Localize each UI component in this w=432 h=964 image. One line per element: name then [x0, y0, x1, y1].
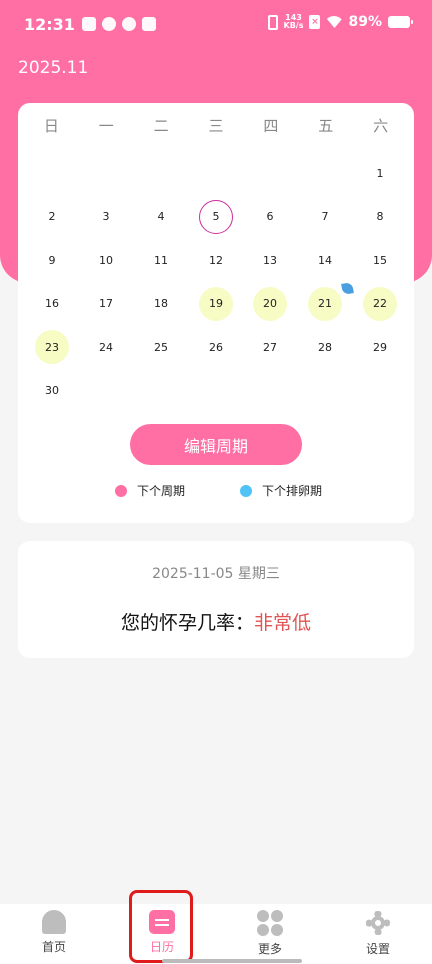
nav-label: 首页	[41, 940, 66, 954]
status-bar: 12:31 143 KB/s × 89%	[0, 0, 432, 50]
status-right: 143 KB/s × 89%	[267, 14, 413, 30]
calendar-day[interactable]: 8	[363, 200, 397, 234]
app-notification-icon	[102, 17, 116, 31]
legend-next-cycle: 下个周期	[115, 482, 185, 499]
calendar-day[interactable]: 30	[35, 374, 69, 408]
calendar-day[interactable]: 26	[199, 330, 233, 364]
more-icon	[257, 910, 283, 936]
calendar-day[interactable]: 16	[35, 287, 69, 321]
calendar-day[interactable]: 1	[363, 156, 397, 190]
calendar-day[interactable]: 19	[199, 286, 233, 321]
next-ovulation-dot	[240, 484, 252, 497]
next-cycle-dot	[115, 484, 127, 497]
home-icon	[41, 910, 67, 934]
weekday-header: 日一二三四五六	[24, 115, 408, 136]
nav-home[interactable]: 首页	[0, 904, 108, 964]
pregnancy-chance: 您的怀孕几率：非常低	[18, 608, 414, 635]
calendar-day[interactable]: 10	[89, 243, 123, 277]
app-notification-icon	[82, 17, 96, 31]
calendar-day[interactable]: 2	[35, 200, 69, 234]
legend-label: 下个排卵期	[262, 484, 323, 498]
legend: 下个周期 下个排卵期	[18, 482, 414, 502]
bottom-nav: 首页 日历 更多 设置	[0, 904, 432, 964]
weekday-label: 二	[153, 117, 169, 135]
nav-label: 更多	[257, 942, 282, 956]
calendar-day[interactable]: 11	[144, 243, 178, 277]
home-indicator	[162, 959, 302, 963]
weekday-label: 四	[263, 117, 279, 135]
legend-label: 下个周期	[137, 484, 186, 498]
calendar-day[interactable]: 27	[253, 330, 287, 364]
crown-icon	[142, 17, 156, 31]
info-card: 2025-11-05 星期三 您的怀孕几率：非常低	[18, 541, 414, 658]
battery-icon	[388, 16, 413, 28]
calendar-day[interactable]: 28	[308, 330, 342, 364]
calendar-day[interactable]: 9	[35, 243, 69, 277]
calendar-day[interactable]: 18	[144, 287, 178, 321]
legend-next-ovulation: 下个排卵期	[240, 482, 322, 499]
calendar-card: 日一二三四五六 1 2 3 4 5 6 7 8 9 10 11 12 13 14 15 16 17 18 19 20 2…	[18, 103, 414, 523]
vibrate-icon	[267, 14, 278, 30]
calendar-day[interactable]: 22	[363, 286, 397, 321]
calendar-day[interactable]: 24	[89, 330, 123, 364]
weekday-label: 日	[43, 117, 59, 135]
weekday-label: 三	[208, 117, 224, 135]
no-sim-icon: ×	[309, 15, 321, 29]
network-speed: 143 KB/s	[284, 14, 304, 30]
calendar-day[interactable]: 25	[144, 330, 178, 364]
nav-settings[interactable]: 设置	[324, 904, 432, 964]
nav-more[interactable]: 更多	[216, 904, 324, 964]
calendar-day[interactable]: 17	[89, 287, 123, 321]
calendar-day[interactable]: 4	[144, 200, 178, 234]
calendar-day[interactable]: 3	[89, 200, 123, 234]
speed-unit: KB/s	[283, 21, 304, 30]
wifi-icon	[326, 16, 342, 28]
calendar-day[interactable]: 23	[35, 330, 69, 364]
month-label[interactable]: 2025.11	[18, 58, 88, 78]
nav-label: 日历	[149, 940, 174, 954]
calendar-day[interactable]: 12	[199, 243, 233, 277]
calendar-day[interactable]: 20	[253, 286, 287, 321]
ovulation-leaf-icon	[341, 281, 354, 295]
weekday-label: 一	[98, 117, 114, 135]
calendar-day[interactable]: 15	[363, 243, 397, 277]
battery-percent: 89%	[348, 14, 382, 30]
calendar-day[interactable]: 21	[308, 286, 342, 321]
weekday-label: 五	[318, 117, 334, 135]
calendar-day[interactable]: 14	[308, 243, 342, 277]
nav-calendar[interactable]: 日历	[108, 904, 216, 964]
nav-label: 设置	[365, 942, 390, 956]
selected-date: 2025-11-05 星期三	[152, 566, 280, 582]
calendar-day[interactable]: 29	[363, 330, 397, 364]
calendar-day[interactable]: 13	[253, 243, 287, 277]
calendar-day[interactable]: 5	[199, 199, 233, 234]
settings-icon	[365, 910, 391, 936]
weekday-label: 六	[373, 117, 389, 135]
edit-cycle-button[interactable]: 编辑周期	[130, 424, 302, 465]
chance-label: 您的怀孕几率：	[120, 612, 254, 634]
chance-value: 非常低	[254, 612, 312, 634]
calendar-day[interactable]: 6	[253, 200, 287, 234]
wechat-icon	[122, 17, 136, 31]
notification-icons	[82, 17, 156, 31]
calendar-day[interactable]: 7	[308, 200, 342, 234]
calendar-icon	[149, 910, 175, 934]
status-time: 12:31	[24, 15, 75, 34]
